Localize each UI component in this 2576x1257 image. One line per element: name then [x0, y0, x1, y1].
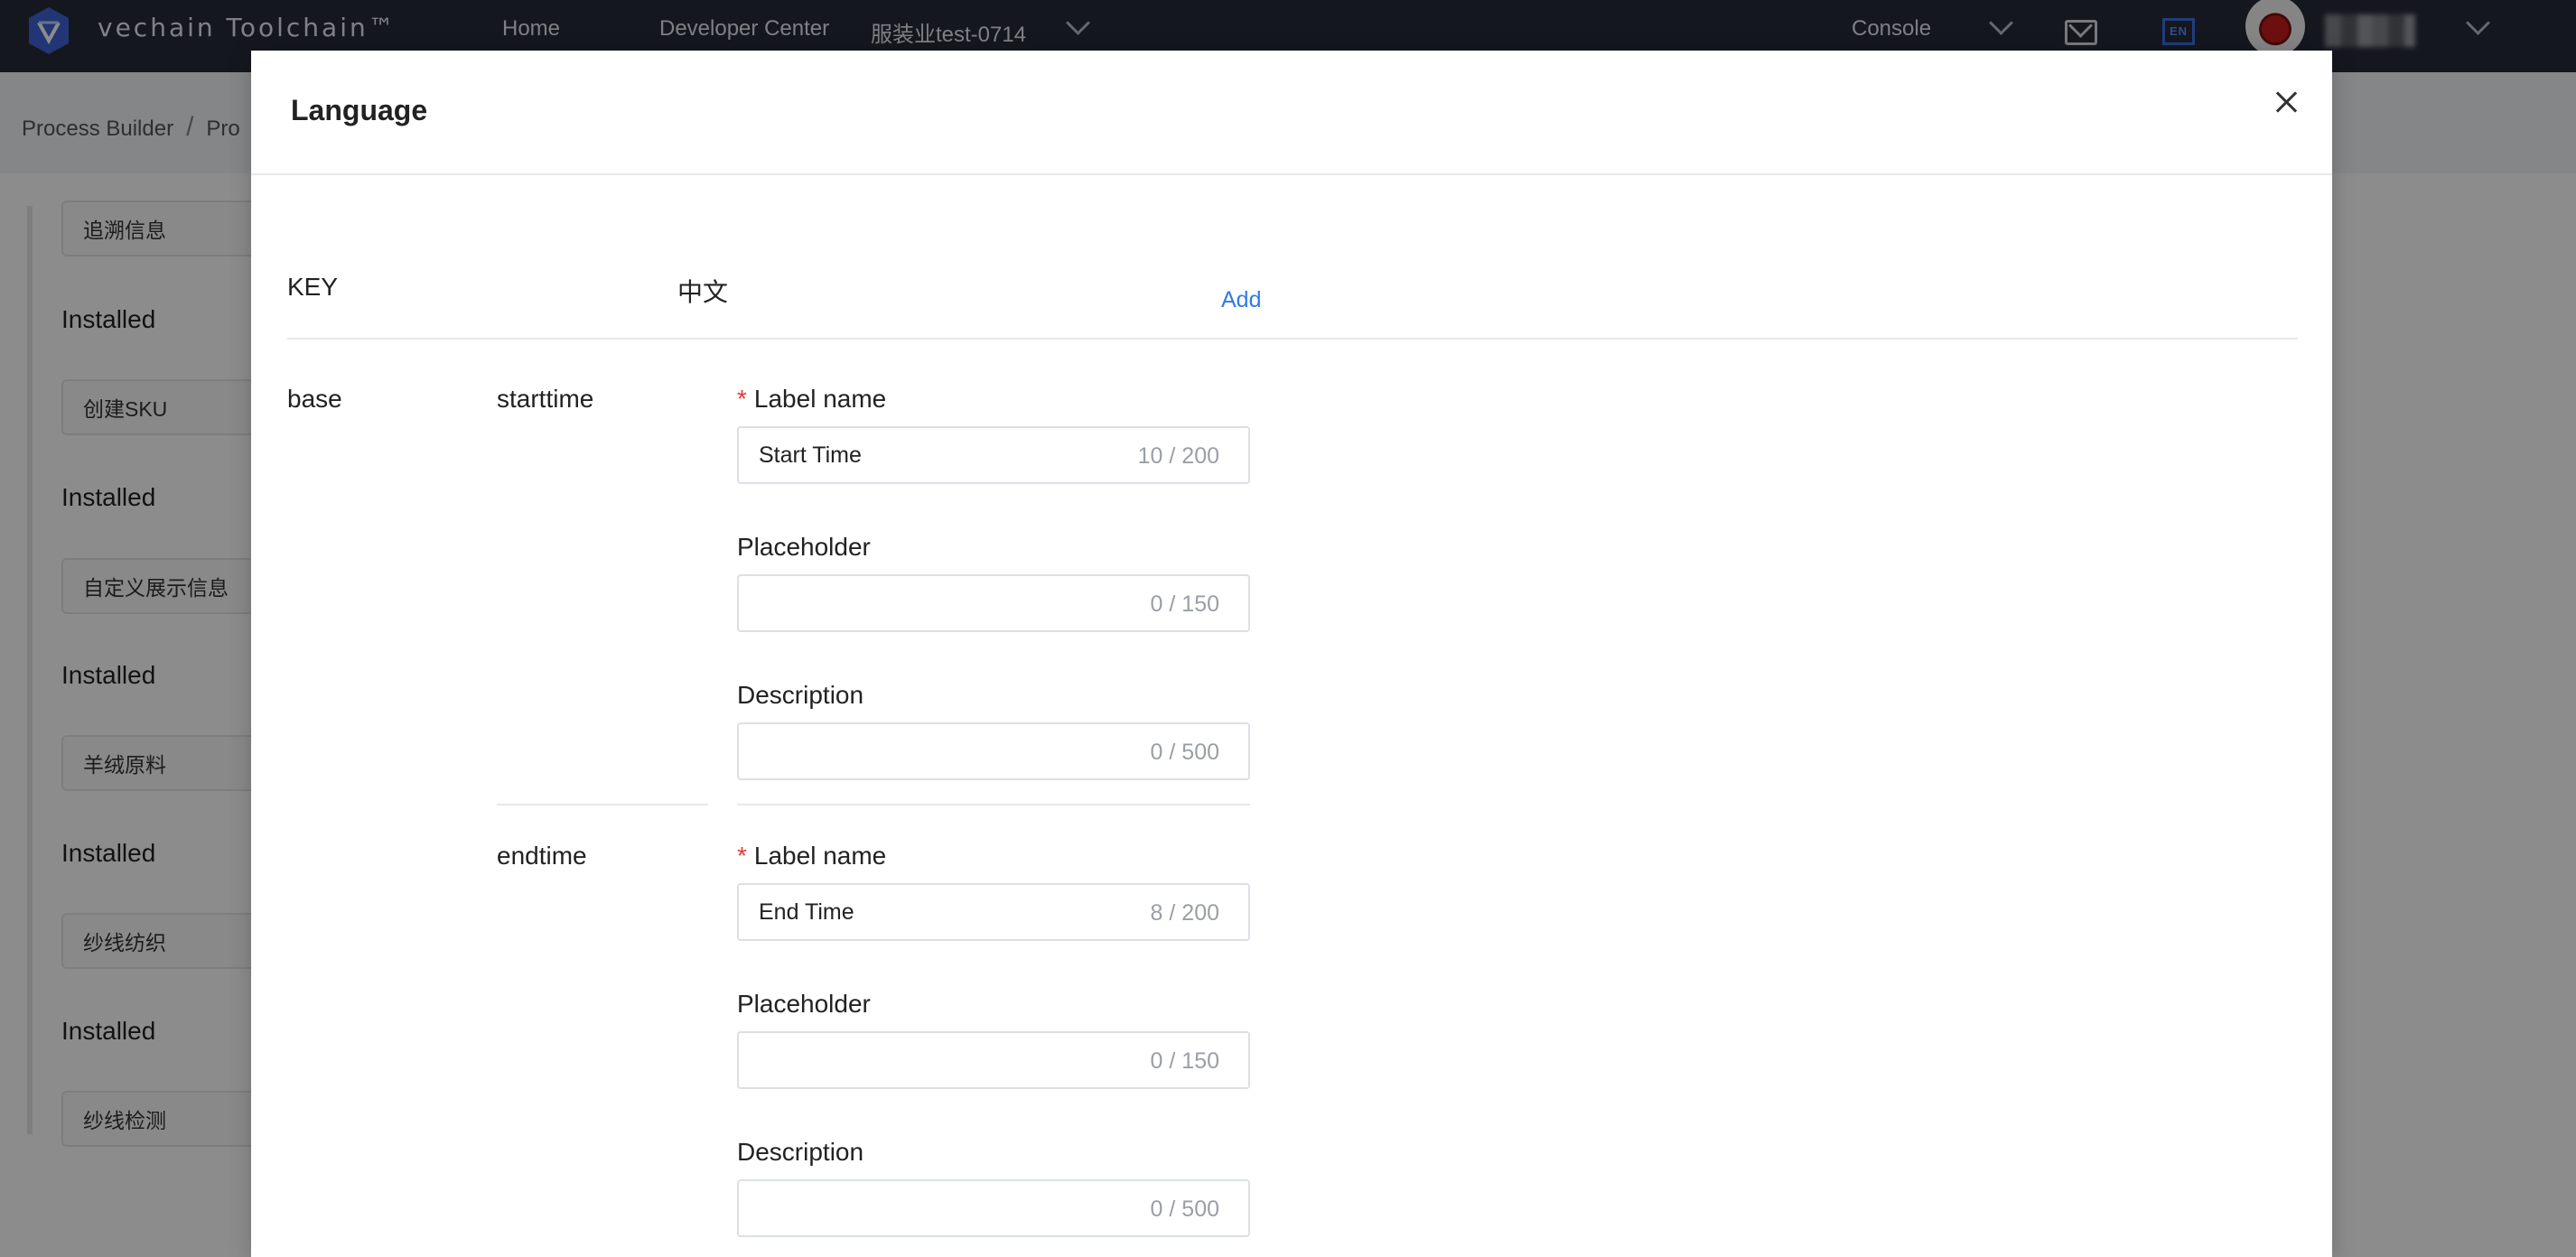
entry-key-endtime: endtime: [497, 842, 587, 870]
char-counter: 0 / 500: [1150, 740, 1219, 765]
char-counter: 8 / 200: [1150, 900, 1219, 926]
char-counter: 0 / 150: [1150, 1048, 1219, 1074]
required-mark: *: [737, 842, 747, 870]
entry-divider: [737, 804, 1250, 805]
input-value: Start Time: [759, 442, 862, 468]
language-modal: Language KEY 中文 Add base starttime * Labe…: [251, 51, 2332, 1257]
modal-title: Language: [291, 94, 428, 126]
placeholder-input[interactable]: 0 / 150: [737, 574, 1250, 632]
close-icon[interactable]: [2271, 87, 2303, 119]
field-label-placeholder: Placeholder: [737, 990, 871, 1018]
column-header-key: KEY: [287, 273, 339, 301]
add-button[interactable]: Add: [1221, 287, 1261, 313]
label-name-input[interactable]: Start Time 10 / 200: [737, 426, 1250, 484]
entry-key-starttime: starttime: [497, 385, 594, 413]
modal-header: Language: [251, 51, 2332, 175]
field-label-label-name: * Label name: [737, 385, 887, 413]
field-label-label-name: * Label name: [737, 842, 887, 870]
input-value: End Time: [759, 899, 854, 925]
entry-divider: [497, 804, 708, 805]
field-label-description: Description: [737, 1138, 864, 1166]
char-counter: 0 / 150: [1150, 591, 1219, 617]
char-counter: 0 / 500: [1150, 1196, 1219, 1222]
field-label-description: Description: [737, 681, 864, 709]
char-counter: 10 / 200: [1137, 443, 1219, 469]
placeholder-input[interactable]: 0 / 150: [737, 1031, 1250, 1089]
description-input[interactable]: 0 / 500: [737, 722, 1250, 780]
field-label-placeholder: Placeholder: [737, 533, 871, 561]
column-header-chinese: 中文: [677, 278, 729, 306]
required-mark: *: [737, 385, 747, 413]
group-key: base: [287, 385, 342, 413]
label-name-input[interactable]: End Time 8 / 200: [737, 883, 1250, 941]
header-divider: [287, 338, 2298, 340]
description-input[interactable]: 0 / 500: [737, 1179, 1250, 1237]
